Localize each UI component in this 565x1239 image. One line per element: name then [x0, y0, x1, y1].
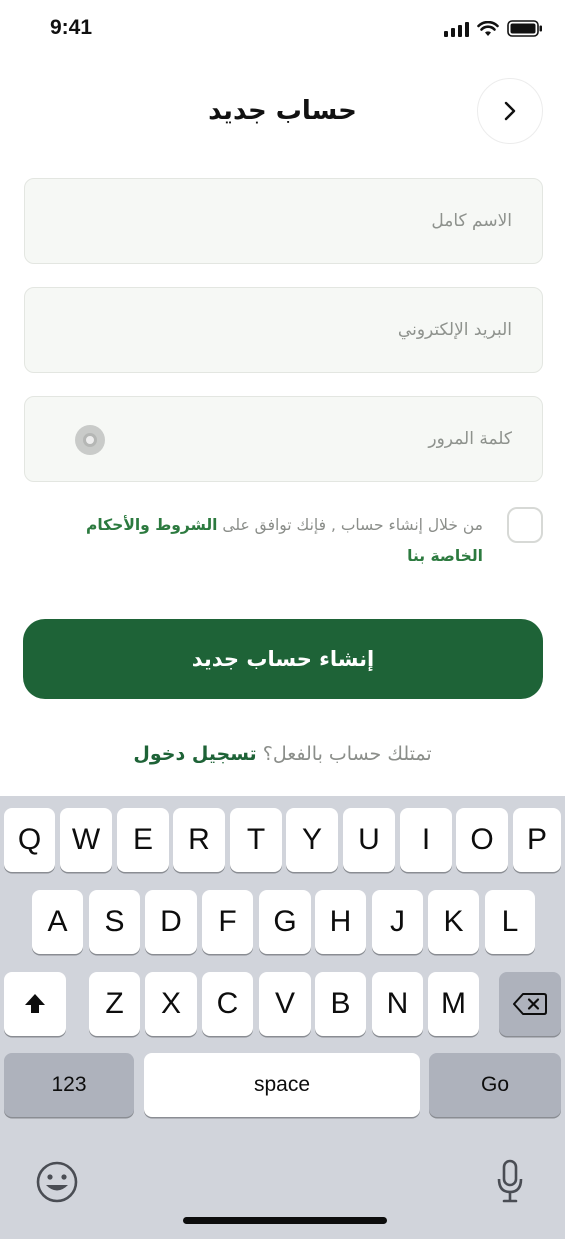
signal-icon — [444, 21, 469, 37]
login-link[interactable]: تسجيل دخول — [133, 743, 256, 765]
space-key[interactable]: space — [144, 1053, 420, 1117]
key-i[interactable]: I — [400, 808, 452, 872]
login-prompt: تمتلك حساب بالفعل؟ تسجيل دخول — [0, 743, 565, 765]
back-button[interactable] — [477, 78, 543, 144]
battery-icon — [507, 20, 542, 37]
key-c[interactable]: C — [202, 972, 253, 1036]
key-m[interactable]: M — [428, 972, 479, 1036]
key-t[interactable]: T — [230, 808, 282, 872]
create-account-button[interactable]: إنشاء حساب جديد — [23, 619, 543, 699]
key-u[interactable]: U — [343, 808, 395, 872]
backspace-icon — [513, 993, 547, 1015]
keyboard-row-2: A S D F G H J K L — [0, 890, 565, 954]
emoji-icon — [36, 1161, 78, 1203]
email-input[interactable] — [25, 288, 542, 372]
keyboard-row-1: Q W E R T Y U I O P — [0, 808, 565, 872]
key-g[interactable]: G — [259, 890, 311, 954]
backspace-key[interactable] — [499, 972, 561, 1036]
key-z[interactable]: Z — [89, 972, 140, 1036]
wifi-icon — [477, 20, 499, 36]
key-d[interactable]: D — [145, 890, 197, 954]
key-o[interactable]: O — [456, 808, 508, 872]
key-l[interactable]: L — [485, 890, 535, 954]
eye-icon[interactable] — [75, 425, 105, 455]
terms-label: من خلال إنشاء حساب , فإنك توافق على — [222, 516, 483, 534]
terms-checkbox[interactable] — [507, 507, 543, 543]
emoji-button[interactable] — [35, 1160, 79, 1204]
key-v[interactable]: V — [259, 972, 311, 1036]
home-indicator — [183, 1217, 387, 1224]
key-n[interactable]: N — [372, 972, 423, 1036]
shift-key[interactable] — [4, 972, 66, 1036]
terms-agreement: من خلال إنشاء حساب , فإنك توافق على الشر… — [24, 506, 543, 576]
microphone-button[interactable] — [494, 1158, 526, 1206]
status-icons — [444, 20, 543, 37]
key-k[interactable]: K — [428, 890, 479, 954]
key-b[interactable]: B — [315, 972, 366, 1036]
key-r[interactable]: R — [173, 808, 225, 872]
numbers-key[interactable]: 123 — [4, 1053, 134, 1117]
key-f[interactable]: F — [202, 890, 253, 954]
terms-text: من خلال إنشاء حساب , فإنك توافق على الشر… — [63, 510, 483, 572]
keyboard: Q W E R T Y U I O P A S D F G H J K L Z … — [0, 796, 565, 1239]
create-account-label: إنشاء حساب جديد — [191, 647, 375, 671]
keyboard-row-4: 123 space Go — [0, 1053, 565, 1117]
key-e[interactable]: E — [117, 808, 169, 872]
status-bar: 9:41 — [0, 0, 565, 60]
email-field-container — [24, 287, 543, 373]
chevron-right-icon — [504, 101, 516, 121]
key-y[interactable]: Y — [286, 808, 338, 872]
header: حساب جديد — [0, 78, 565, 148]
key-p[interactable]: P — [513, 808, 561, 872]
key-j[interactable]: J — [372, 890, 423, 954]
shift-icon — [25, 994, 45, 1013]
key-w[interactable]: W — [60, 808, 112, 872]
key-x[interactable]: X — [145, 972, 197, 1036]
keyboard-row-3: Z X C V B N M — [0, 972, 565, 1036]
login-prompt-text: تمتلك حساب بالفعل؟ — [262, 743, 432, 765]
microphone-icon — [497, 1159, 523, 1203]
key-h[interactable]: H — [315, 890, 366, 954]
full-name-input[interactable] — [25, 179, 542, 263]
key-a[interactable]: A — [32, 890, 83, 954]
go-key[interactable]: Go — [429, 1053, 561, 1117]
key-s[interactable]: S — [89, 890, 140, 954]
full-name-field-container — [24, 178, 543, 264]
password-field-container — [24, 396, 543, 482]
key-q[interactable]: Q — [4, 808, 55, 872]
status-time: 9:41 — [50, 16, 93, 39]
